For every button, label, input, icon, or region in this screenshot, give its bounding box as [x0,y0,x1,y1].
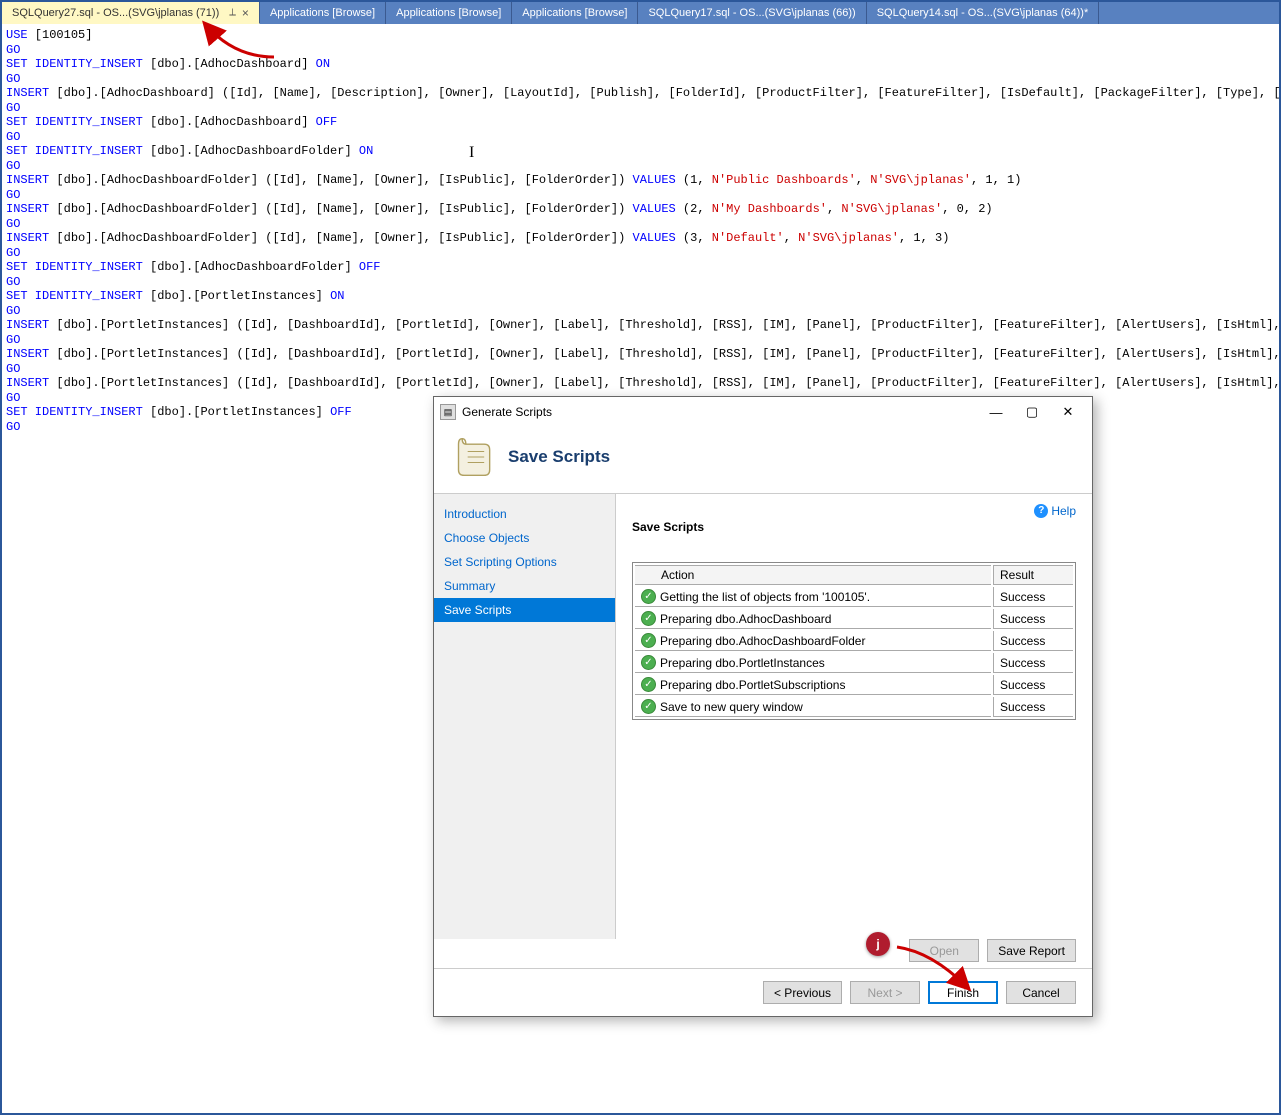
help-link[interactable]: ? Help [1034,504,1076,518]
step-badge-j: j [866,932,890,956]
maximize-button[interactable]: ▢ [1014,399,1050,425]
tab-label: SQLQuery27.sql - OS...(SVG\jplanas (71)) [12,7,219,19]
tab-applications-2[interactable]: Applications [Browse] [386,2,512,24]
table-row[interactable]: ✓Preparing dbo.PortletSubscriptionsSucce… [635,675,1073,695]
result-cell: Success [993,653,1073,673]
annotation-arrow-icon [892,942,982,997]
action-cell: ✓Preparing dbo.AdhocDashboardFolder [635,631,991,651]
wizard-nav: Introduction Choose Objects Set Scriptin… [434,494,616,939]
table-row[interactable]: ✓Preparing dbo.PortletInstancesSuccess [635,653,1073,673]
dialog-footer: < Previous Next > Finish Cancel [434,968,1092,1016]
tab-sqlquery17[interactable]: SQLQuery17.sql - OS...(SVG\jplanas (66)) [638,2,866,24]
close-button[interactable]: ✕ [1050,399,1086,425]
dialog-header-title: Save Scripts [508,447,610,467]
results-table: Action Result ✓Getting the list of objec… [632,562,1076,720]
success-icon: ✓ [641,699,656,714]
dialog-main: ? Help Save Scripts Action Result ✓Getti… [616,494,1092,939]
cancel-button[interactable]: Cancel [1006,981,1076,1004]
result-cell: Success [993,631,1073,651]
tab-sqlquery14[interactable]: SQLQuery14.sql - OS...(SVG\jplanas (64))… [867,2,1100,24]
table-row[interactable]: ✓Preparing dbo.AdhocDashboardFolderSucce… [635,631,1073,651]
action-cell: ✓Preparing dbo.PortletInstances [635,653,991,673]
table-row[interactable]: ✓Getting the list of objects from '10010… [635,587,1073,607]
help-icon: ? [1034,504,1048,518]
result-cell: Success [993,587,1073,607]
text-cursor-icon: I [469,146,474,161]
table-row[interactable]: ✓Preparing dbo.AdhocDashboardSuccess [635,609,1073,629]
nav-summary[interactable]: Summary [434,574,615,598]
section-title: Save Scripts [632,520,1076,534]
dialog-header: Save Scripts [434,427,1092,494]
action-cell: ✓Preparing dbo.PortletSubscriptions [635,675,991,695]
nav-choose-objects[interactable]: Choose Objects [434,526,615,550]
result-cell: Success [993,675,1073,695]
dialog-title: Generate Scripts [462,405,978,419]
script-icon [456,435,494,479]
table-row[interactable]: ✓Save to new query windowSuccess [635,697,1073,717]
dialog-app-icon: ▤ [440,404,456,420]
success-icon: ✓ [641,633,656,648]
minimize-button[interactable]: — [978,399,1014,425]
result-cell: Success [993,609,1073,629]
nav-introduction[interactable]: Introduction [434,502,615,526]
tab-applications-3[interactable]: Applications [Browse] [512,2,638,24]
action-cell: ✓Preparing dbo.AdhocDashboard [635,609,991,629]
action-cell: ✓Getting the list of objects from '10010… [635,587,991,607]
generate-scripts-dialog: ▤ Generate Scripts — ▢ ✕ Save Scripts In… [433,396,1093,1017]
annotation-arrow-icon [194,17,284,62]
nav-save-scripts[interactable]: Save Scripts [434,598,615,622]
action-cell: ✓Save to new query window [635,697,991,717]
previous-button[interactable]: < Previous [763,981,842,1004]
col-result: Result [993,565,1073,585]
col-action: Action [635,565,991,585]
success-icon: ✓ [641,611,656,626]
save-report-button[interactable]: Save Report [987,939,1076,962]
nav-scripting-options[interactable]: Set Scripting Options [434,550,615,574]
result-cell: Success [993,697,1073,717]
dialog-titlebar[interactable]: ▤ Generate Scripts — ▢ ✕ [434,397,1092,427]
success-icon: ✓ [641,655,656,670]
success-icon: ✓ [641,677,656,692]
success-icon: ✓ [641,589,656,604]
